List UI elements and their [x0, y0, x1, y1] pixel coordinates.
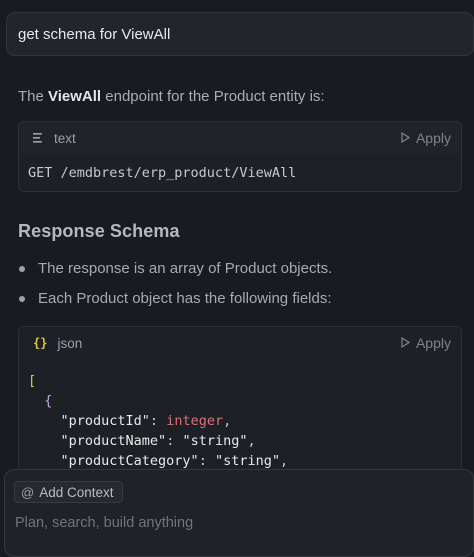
code-content: GET /emdbrest/erp_product/ViewAll	[28, 164, 297, 181]
chat-input[interactable]: Plan, search, build anything	[15, 515, 193, 531]
code-line: [	[28, 373, 37, 389]
json-braces-icon: {}	[33, 336, 48, 350]
list-item: The response is an array of Product obje…	[18, 258, 332, 288]
code-language-label: json	[57, 335, 83, 351]
play-icon	[401, 130, 411, 146]
chat-panel: get schema for ViewAll The ViewAll endpo…	[0, 0, 474, 557]
list-item: Each Product object has the following fi…	[18, 288, 332, 318]
play-icon	[401, 335, 411, 351]
code-content: [ { "productId": integer, "productName":…	[19, 359, 461, 471]
bullet-list: The response is an array of Product obje…	[18, 258, 332, 318]
code-block-header: {} json Apply	[19, 327, 461, 359]
code-line: "productCategory": "string",	[60, 453, 289, 469]
section-heading: Response Schema	[18, 221, 180, 241]
code-block-text: text Apply GET /emdbrest/erp_product/Vie…	[18, 121, 462, 192]
text-lines-icon	[33, 131, 44, 146]
apply-button[interactable]: Apply	[401, 130, 451, 146]
user-query-bubble[interactable]: get schema for ViewAll	[6, 12, 474, 56]
user-query-text: get schema for ViewAll	[18, 25, 171, 43]
at-sign-icon: @	[21, 484, 35, 500]
code-block-header: text Apply	[19, 122, 461, 154]
code-language-label: text	[54, 130, 76, 146]
add-context-button[interactable]: @ Add Context	[14, 481, 123, 503]
endpoint-name: ViewAll	[48, 88, 102, 105]
code-line: "productName": "string",	[60, 433, 256, 449]
code-line: {	[44, 393, 53, 409]
assistant-intro-text: The ViewAll endpoint for the Product ent…	[18, 88, 325, 105]
code-line: "productId": integer,	[60, 413, 232, 429]
apply-button[interactable]: Apply	[401, 335, 451, 351]
chat-composer[interactable]: @ Add Context Plan, search, build anythi…	[4, 469, 474, 557]
